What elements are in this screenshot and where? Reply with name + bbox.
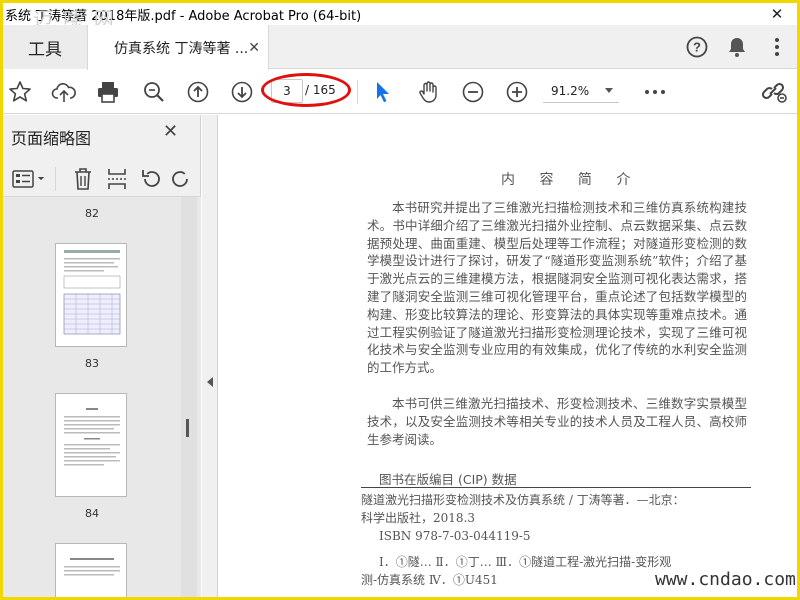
watermark-text: www.cndao.com — [655, 569, 796, 590]
thumbnail-list: 82 83 84 — [3, 197, 201, 597]
help-icon[interactable]: ? — [683, 33, 711, 61]
document-view: 内 容 简 介 本书研究并提出了三维激光扫描检测技术和三维仿真系统构建技术。书中… — [219, 115, 797, 597]
tab-document[interactable]: 仿真系统 丁涛等著 ... ✕ — [87, 25, 269, 70]
notifications-bell-icon[interactable] — [723, 33, 751, 61]
intro-title: 内 容 简 介 — [501, 172, 641, 188]
svg-text:?: ? — [693, 40, 701, 55]
thumbnail-page-number: 82 — [85, 207, 99, 220]
bookmark-star-icon[interactable] — [6, 78, 34, 106]
tab-document-label: 仿真系统 丁涛等著 ... — [114, 40, 249, 57]
rotate-counterclockwise-icon[interactable] — [137, 165, 165, 193]
thumbnail-page-number: 83 — [85, 357, 99, 370]
collapse-panel-arrow-icon[interactable] — [207, 377, 213, 387]
chevron-down-icon — [605, 88, 613, 93]
main-toolbar: 3 / 165 91.2% — [3, 70, 797, 114]
thumbnail-options-menu-icon[interactable] — [9, 165, 49, 193]
app-window: 系统 丁涛等著 2018年版.pdf - Adobe Acrobat Pro (… — [3, 3, 797, 597]
cip-line: 科学出版社，2018.3 — [361, 511, 475, 525]
zoom-level-value: 91.2% — [551, 83, 590, 98]
zoom-out-icon[interactable] — [459, 78, 487, 106]
hand-tool-icon[interactable] — [415, 78, 443, 106]
page-thumbnail[interactable] — [55, 243, 127, 347]
page-thumbnails-panel: 页面缩略图 ✕ 82 83 84 — [3, 115, 201, 597]
intro-paragraph: 本书研究并提出了三维激光扫描检测技术和三维仿真系统构建技术。书中详细介绍了三维激… — [367, 200, 747, 376]
print-icon[interactable] — [94, 78, 122, 106]
toolbar-separator — [357, 80, 358, 104]
page-thumbnail[interactable] — [55, 393, 127, 497]
thumbnail-scrollbar-thumb[interactable] — [186, 419, 189, 437]
thumbnail-scrollbar[interactable] — [181, 197, 197, 597]
zoom-level-dropdown[interactable]: 91.2% — [543, 79, 619, 103]
cloud-upload-icon[interactable] — [50, 78, 78, 106]
tab-tools[interactable]: 工具 — [3, 25, 87, 69]
previous-page-icon[interactable] — [184, 78, 212, 106]
tab-bar-actions: ? — [677, 25, 797, 69]
more-tools-horizontal-icon[interactable] — [641, 78, 669, 106]
panel-splitter[interactable] — [202, 115, 218, 597]
cip-line: ISBN 978-7-03-044119-5 — [379, 529, 531, 543]
title-bar: 系统 丁涛等著 2018年版.pdf - Adobe Acrobat Pro (… — [3, 3, 797, 31]
cip-line: 隧道激光扫描形变检测技术及仿真系统 / 丁涛等著．—北京： — [361, 493, 685, 507]
more-menu-vertical-icon[interactable] — [763, 33, 791, 61]
panel-title: 页面缩略图 — [11, 129, 92, 148]
window-close-button[interactable]: ✕ — [757, 3, 797, 25]
rotate-clockwise-icon[interactable] — [169, 165, 193, 193]
delete-page-trash-icon[interactable] — [69, 165, 97, 193]
next-page-icon[interactable] — [228, 78, 256, 106]
cip-divider — [361, 487, 751, 488]
zoom-in-icon[interactable] — [503, 78, 531, 106]
panel-toolbar-separator — [55, 167, 56, 191]
page-thumbnail[interactable] — [55, 543, 127, 597]
tab-bar: 工具 仿真系统 丁涛等著 ... ✕ ? — [3, 25, 797, 70]
annotation-highlight-ellipse — [261, 73, 351, 107]
insert-page-icon[interactable] — [103, 165, 131, 193]
thumbnail-page-number: 84 — [85, 507, 99, 520]
select-cursor-icon[interactable] — [369, 78, 397, 106]
zoom-marquee-icon[interactable] — [140, 78, 168, 106]
panel-close-icon[interactable]: ✕ — [163, 121, 178, 142]
panel-toolbar — [3, 161, 201, 197]
cip-title: 图书在版编目 (CIP) 数据 — [379, 472, 517, 487]
tab-close-icon[interactable]: ✕ — [248, 40, 260, 56]
intro-paragraph: 本书可供三维激光扫描技术、形变检测技术、三维数字实景模型技术，以及安全监测技术等… — [367, 396, 747, 447]
share-link-icon[interactable] — [761, 78, 789, 106]
